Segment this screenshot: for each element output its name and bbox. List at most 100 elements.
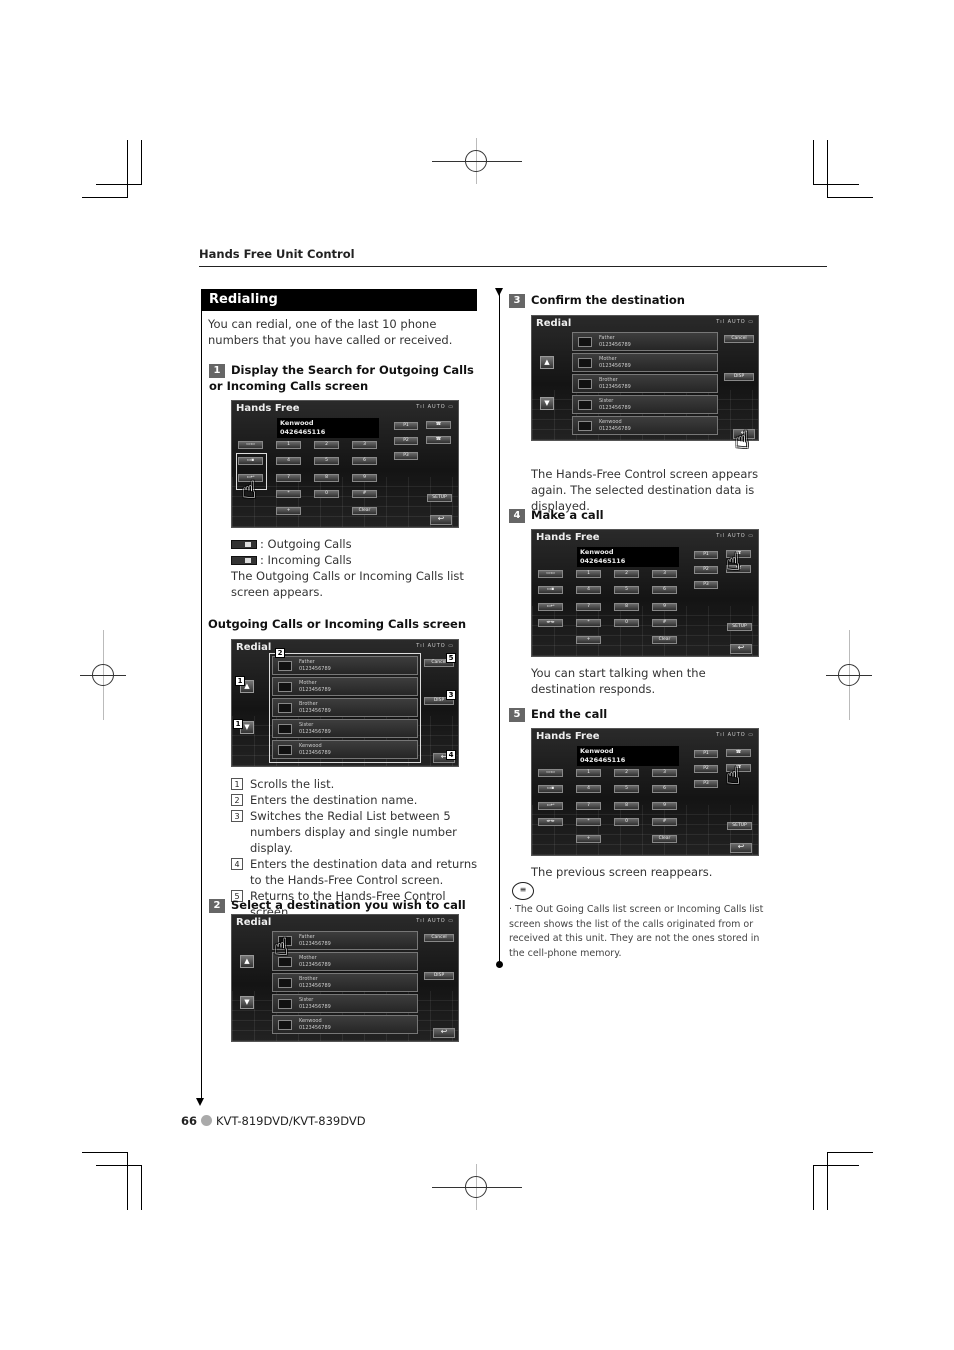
hand-pointer-icon: ☝: [735, 426, 750, 454]
crop-mark: [813, 184, 859, 185]
setup-button[interactable]: SETUP: [727, 822, 752, 830]
clear-button[interactable]: Clear: [652, 835, 677, 843]
key-7[interactable]: 7: [576, 802, 601, 810]
step-title: Confirm the destination: [531, 293, 685, 307]
redial-list-item[interactable]: Kenwood 0123456789: [272, 1015, 418, 1034]
key-4[interactable]: 4: [576, 586, 601, 594]
key-*[interactable]: *: [576, 818, 601, 826]
voice-switch-button[interactable]: ◂↔▸: [538, 818, 563, 826]
redial-list-item[interactable]: Sister 0123456789: [272, 994, 418, 1013]
step-title: Select a destination you wish to call: [231, 898, 466, 912]
scroll-down-button[interactable]: ▼: [240, 996, 254, 1009]
redial-list-item[interactable]: Sister 0123456789: [572, 395, 718, 414]
preset-p3[interactable]: P3: [694, 780, 718, 788]
incoming-calls-button[interactable]: ▭↩: [538, 802, 563, 810]
key-1[interactable]: 1: [576, 570, 601, 578]
redial-list-item[interactable]: Brother 0123456789: [272, 973, 418, 992]
phonebook-button[interactable]: ▭▭: [538, 570, 563, 578]
entry-number: 0123456789: [299, 941, 331, 947]
note-icon: ≡: [512, 882, 534, 900]
key-plus[interactable]: +: [576, 636, 601, 644]
preset-p1[interactable]: P1: [694, 750, 718, 758]
status-icons: Tıl AUTO ▭: [416, 404, 454, 410]
phonebook-button[interactable]: ▭▭: [538, 769, 563, 777]
return-button[interactable]: ↩: [730, 843, 752, 853]
preset-p2[interactable]: P2: [694, 765, 718, 773]
key-1[interactable]: 1: [276, 441, 301, 449]
clear-button[interactable]: Clear: [652, 636, 677, 644]
key-5[interactable]: 5: [614, 586, 639, 594]
disp-button[interactable]: DISP: [724, 373, 754, 381]
return-button[interactable]: ↩: [730, 644, 752, 654]
callout-item: 2 Enters the destination name.: [231, 792, 481, 808]
key-*[interactable]: *: [576, 619, 601, 627]
incoming-calls-button[interactable]: ▭↩: [538, 603, 563, 611]
hang-up-button[interactable]: ☎: [426, 436, 451, 444]
call-button[interactable]: ☎: [726, 749, 751, 757]
redial-screen: Redial Tıl AUTO ▭ Father 0123456789 Mother 01…: [231, 914, 459, 1042]
phonebook-button[interactable]: ▭▭: [238, 441, 263, 449]
redial-list-item[interactable]: Brother 0123456789: [572, 374, 718, 393]
key-plus[interactable]: +: [276, 507, 301, 515]
key-4[interactable]: 4: [576, 785, 601, 793]
key-8[interactable]: 8: [314, 474, 339, 482]
redial-list-item[interactable]: Father 0123456789: [572, 332, 718, 351]
key-2[interactable]: 2: [614, 769, 639, 777]
key-7[interactable]: 7: [276, 474, 301, 482]
redial-list-item[interactable]: Mother 0123456789: [272, 952, 418, 971]
redial-list-item[interactable]: Mother 0123456789: [572, 353, 718, 372]
key-*[interactable]: *: [276, 490, 301, 498]
preset-p2[interactable]: P2: [394, 437, 418, 445]
key-6[interactable]: 6: [652, 785, 677, 793]
setup-button[interactable]: SETUP: [727, 623, 752, 631]
scroll-up-button[interactable]: ▲: [240, 955, 254, 968]
key-#[interactable]: #: [652, 818, 677, 826]
number-display: Kenwood 0426465116: [277, 418, 379, 438]
key-8[interactable]: 8: [614, 603, 639, 611]
scroll-up-button[interactable]: ▲: [540, 356, 554, 369]
return-button[interactable]: ↩: [430, 515, 452, 525]
voice-switch-button[interactable]: ◂↔▸: [538, 619, 563, 627]
setup-button[interactable]: SETUP: [427, 494, 452, 502]
key-9[interactable]: 9: [652, 802, 677, 810]
preset-p3[interactable]: P3: [394, 452, 418, 460]
key-0[interactable]: 0: [314, 490, 339, 498]
preset-p3[interactable]: P3: [694, 581, 718, 589]
key-1[interactable]: 1: [576, 769, 601, 777]
key-9[interactable]: 9: [652, 603, 677, 611]
status-icons: Tıl AUTO ▭: [716, 732, 754, 738]
return-button[interactable]: ↩: [433, 1028, 455, 1038]
key-5[interactable]: 5: [614, 785, 639, 793]
key-6[interactable]: 6: [652, 586, 677, 594]
preset-p2[interactable]: P2: [694, 566, 718, 574]
key-7[interactable]: 7: [576, 603, 601, 611]
call-button[interactable]: ☎: [426, 421, 451, 429]
disp-button[interactable]: DISP: [424, 972, 454, 980]
redial-list-item[interactable]: Father 0123456789: [272, 931, 418, 950]
registration-mark: [838, 664, 860, 686]
key-8[interactable]: 8: [614, 802, 639, 810]
key-#[interactable]: #: [652, 619, 677, 627]
key-#[interactable]: #: [352, 490, 377, 498]
preset-p1[interactable]: P1: [394, 422, 418, 430]
redial-list-item[interactable]: Kenwood 0123456789: [572, 416, 718, 435]
key-plus[interactable]: +: [576, 835, 601, 843]
cancel-button[interactable]: Cancel: [424, 934, 454, 942]
key-3[interactable]: 3: [352, 441, 377, 449]
key-4[interactable]: 4: [276, 457, 301, 465]
clear-button[interactable]: Clear: [352, 507, 377, 515]
cancel-button[interactable]: Cancel: [724, 335, 754, 343]
preset-p1[interactable]: P1: [694, 551, 718, 559]
key-5[interactable]: 5: [314, 457, 339, 465]
key-3[interactable]: 3: [652, 570, 677, 578]
outgoing-calls-button[interactable]: ▭▪: [538, 586, 563, 594]
key-0[interactable]: 0: [614, 619, 639, 627]
key-0[interactable]: 0: [614, 818, 639, 826]
outgoing-calls-button[interactable]: ▭▪: [538, 785, 563, 793]
key-3[interactable]: 3: [652, 769, 677, 777]
key-2[interactable]: 2: [314, 441, 339, 449]
key-2[interactable]: 2: [614, 570, 639, 578]
scroll-down-button[interactable]: ▼: [540, 397, 554, 410]
key-9[interactable]: 9: [352, 474, 377, 482]
key-6[interactable]: 6: [352, 457, 377, 465]
